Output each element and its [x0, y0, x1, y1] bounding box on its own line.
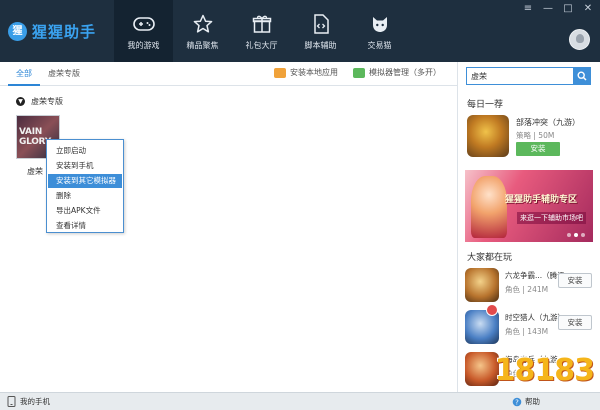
install-local-app-label: 安装本地应用 — [290, 68, 338, 77]
game-name: 虚荣 — [27, 167, 43, 176]
menu-item-export-apk[interactable]: 导出APK文件 — [48, 204, 122, 218]
maximize-icon[interactable]: □ — [558, 2, 578, 16]
banner-subtitle: 来逛一下辅助市场吧 — [517, 212, 586, 224]
my-phone-button[interactable]: 我的手机 — [7, 396, 50, 407]
menu-item-install-to-phone[interactable]: 安装到手机 — [48, 159, 122, 173]
everyone-playing-title: 大家都在玩 — [467, 253, 513, 263]
section-header[interactable]: ▼ 虚荣专版 — [16, 96, 63, 107]
status-bar: 我的手机 ? 帮助 — [0, 392, 600, 410]
game-icon — [465, 268, 499, 302]
active-tab-indicator — [8, 84, 40, 86]
app-logo: 猩 猩猩助手 — [8, 19, 96, 43]
nav-label: 脚本辅助 — [304, 41, 337, 50]
banner-character-image — [471, 176, 507, 238]
menu-icon[interactable]: ≡ — [518, 2, 538, 16]
daily-game-meta: 策略 | 50M — [516, 131, 555, 140]
menu-item-delete[interactable]: 删除 — [48, 189, 122, 203]
svg-text:?: ? — [515, 398, 519, 406]
daily-recommend-title: 每日一荐 — [467, 100, 504, 110]
list-item[interactable]: 六龙争霸...（腾讯 角色 | 241M 安装 — [465, 268, 595, 308]
help-icon: ? — [512, 397, 522, 406]
minimize-icon[interactable]: — — [538, 2, 558, 16]
context-menu: 立即启动 安装到手机 安装到其它模拟器 删除 导出APK文件 查看详情 — [46, 139, 124, 233]
tab-bar: 全部 虚荣专版 安装本地应用 模拟器管理（多开） — [0, 62, 457, 86]
search-input[interactable] — [467, 68, 573, 84]
window-controls: ≡ — □ ✕ — [518, 2, 598, 16]
game-meta: 角色 | 143M — [505, 327, 549, 336]
install-button[interactable]: 安装 — [558, 273, 592, 288]
section-title: 虚荣专版 — [31, 97, 63, 106]
nav-featured[interactable]: 精品聚焦 — [173, 0, 232, 62]
pager-dot[interactable] — [567, 233, 571, 237]
menu-item-launch[interactable]: 立即启动 — [48, 144, 122, 158]
list-item[interactable]: 时空猎人（九游） 角色 | 143M 安装 — [465, 304, 595, 350]
script-file-icon — [310, 13, 332, 35]
main-content: 全部 虚荣专版 安装本地应用 模拟器管理（多开） ▼ 虚荣专版 VAIN GLO… — [0, 62, 457, 392]
tab-all[interactable]: 全部 — [16, 68, 32, 79]
daily-game-icon[interactable] — [467, 115, 509, 157]
game-name: 六龙争霸...（腾讯 — [505, 271, 565, 280]
pager-dot[interactable] — [581, 233, 585, 237]
menu-item-view-details[interactable]: 查看详情 — [48, 219, 122, 233]
gift-icon — [251, 13, 273, 35]
install-button[interactable]: 安装 — [558, 315, 592, 330]
nav-label: 交易猫 — [367, 41, 392, 50]
cat-icon — [369, 13, 391, 35]
menu-item-install-to-other-emulator[interactable]: 安装到其它模拟器 — [48, 174, 122, 188]
search-icon — [576, 71, 587, 81]
emulator-icon — [353, 67, 365, 78]
user-avatar[interactable] — [569, 29, 590, 50]
daily-game-name[interactable]: 部落冲突（九游） — [516, 117, 580, 128]
nav-trade-cat[interactable]: 交易猫 — [350, 0, 409, 62]
help-button[interactable]: ? 帮助 — [512, 396, 540, 407]
nav-gift-hall[interactable]: 礼包大厅 — [232, 0, 291, 62]
close-icon[interactable]: ✕ — [578, 2, 598, 16]
logo-badge-icon: 猩 — [8, 21, 27, 41]
nav-label: 礼包大厅 — [245, 41, 278, 50]
chevron-down-icon: ▼ — [16, 97, 25, 106]
game-name: 时空猎人（九游） — [505, 313, 565, 322]
banner-title: 猩猩助手辅助专区 — [505, 195, 578, 205]
hot-badge-icon — [486, 304, 498, 316]
pager-dot[interactable] — [574, 233, 578, 237]
game-meta: 角色 | 241M — [505, 285, 549, 294]
star-icon — [192, 13, 214, 35]
tab-vainglory-edition[interactable]: 虚荣专版 — [48, 68, 80, 79]
top-bar: 猩 猩猩助手 我的游戏 精品聚焦 礼包大厅 脚本辅助 交易猫 ≡ — □ ✕ — [0, 0, 600, 62]
nav-label: 我的游戏 — [127, 41, 160, 50]
my-phone-label: 我的手机 — [20, 397, 50, 406]
daily-install-button[interactable]: 安装 — [516, 142, 560, 156]
install-local-app-button[interactable]: 安装本地应用 — [274, 67, 338, 78]
promo-banner[interactable]: 猩猩助手辅助专区 来逛一下辅助市场吧 — [465, 170, 593, 242]
watermark-logo: 18183 — [494, 353, 595, 388]
search-box — [466, 67, 591, 85]
banner-pager — [564, 233, 585, 237]
apk-icon — [274, 67, 286, 78]
nav-my-games[interactable]: 我的游戏 — [114, 0, 173, 62]
main-nav: 我的游戏 精品聚焦 礼包大厅 脚本辅助 交易猫 — [114, 0, 409, 62]
emulator-manager-label: 模拟器管理（多开） — [369, 68, 441, 77]
phone-icon — [7, 396, 16, 407]
right-sidebar: 每日一荐 部落冲突（九游） 策略 | 50M 安装 猩猩助手辅助专区 来逛一下辅… — [457, 62, 600, 392]
nav-script-assist[interactable]: 脚本辅助 — [291, 0, 350, 62]
nav-label: 精品聚焦 — [186, 41, 219, 50]
emulator-manager-button[interactable]: 模拟器管理（多开） — [353, 67, 441, 78]
help-label: 帮助 — [525, 397, 540, 406]
gamepad-icon — [132, 13, 155, 35]
search-button[interactable] — [573, 68, 590, 84]
app-name: 猩猩助手 — [32, 22, 97, 41]
